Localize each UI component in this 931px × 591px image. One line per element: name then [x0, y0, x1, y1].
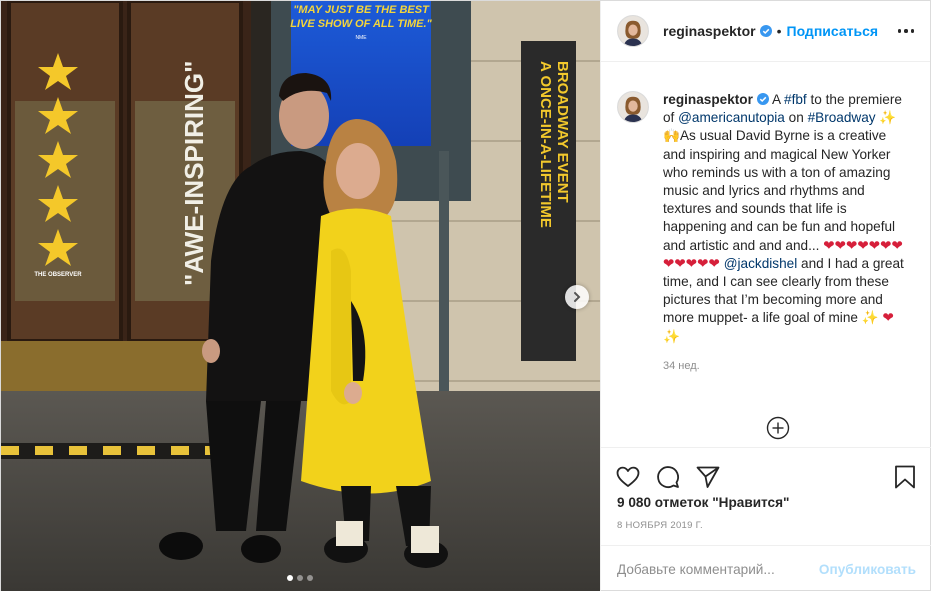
more-horizontal-icon	[897, 29, 901, 33]
verified-badge-icon	[756, 93, 769, 105]
carousel-dot-3	[307, 575, 313, 581]
star-source-label: THE OBSERVER	[34, 272, 82, 278]
instagram-post: THE OBSERVER "AWE-INSPIRING" "MAY JUST B…	[0, 0, 931, 591]
marquee-source: NME	[355, 35, 367, 41]
header-separator: •	[776, 23, 782, 39]
hashtag-fbf[interactable]: #fbf	[784, 92, 807, 107]
banner-right-line-2: BROADWAY EVENT	[554, 61, 571, 203]
hashtag-broadway[interactable]: #Broadway	[808, 110, 876, 125]
header-username[interactable]: reginaspektor	[663, 23, 756, 39]
awe-inspiring-banner: "AWE-INSPIRING"	[179, 61, 209, 286]
likes-count[interactable]: 9 080 отметок "Нравится"	[601, 495, 931, 510]
publish-button[interactable]: Опубликовать	[819, 562, 916, 577]
carousel-dot-1	[287, 575, 293, 581]
action-icons	[601, 448, 931, 498]
more-options-button[interactable]	[892, 23, 914, 39]
caption-timestamp[interactable]: 34 нед.	[663, 357, 908, 375]
comment-input[interactable]	[617, 561, 819, 577]
marquee-line-2: LIVE SHOW OF ALL TIME."	[290, 18, 432, 30]
carousel-indicator	[287, 575, 313, 581]
caption-text-c: on	[784, 110, 808, 126]
save-button[interactable]	[892, 464, 918, 490]
avatar-image	[618, 16, 648, 46]
next-photo-button[interactable]	[565, 285, 589, 309]
post-photo[interactable]: THE OBSERVER "AWE-INSPIRING" "MAY JUST B…	[1, 1, 600, 591]
caption-text: reginaspektor A #fbf to the premiere of …	[663, 91, 908, 346]
post-actions: 9 080 отметок "Нравится" 8 НОЯБРЯ 2019 Г…	[601, 447, 931, 531]
verified-badge-icon	[759, 25, 772, 37]
chevron-right-icon	[574, 292, 581, 302]
load-more-comments-icon[interactable]	[766, 416, 790, 440]
caption-text-a: A	[771, 92, 785, 107]
follow-button[interactable]: Подписаться	[787, 23, 879, 39]
share-button[interactable]	[695, 464, 721, 490]
mention-americanutopia[interactable]: @americanutopia	[678, 110, 785, 125]
banner-right-line-1: A ONCE-IN-A-LIFETIME	[537, 61, 554, 228]
caption-username[interactable]: reginaspektor	[663, 92, 753, 107]
comment-button[interactable]	[655, 464, 681, 490]
marquee-line-1: "MAY JUST BE THE BEST	[293, 4, 430, 16]
bookmark-icon	[895, 465, 915, 489]
avatar-image	[618, 92, 648, 122]
caption-avatar[interactable]	[617, 91, 649, 123]
comment-icon	[657, 466, 679, 488]
photo-scene: THE OBSERVER "AWE-INSPIRING" "MAY JUST B…	[1, 1, 600, 591]
comment-form: Опубликовать	[601, 545, 931, 591]
carousel-dot-2	[297, 575, 303, 581]
avatar[interactable]	[617, 15, 649, 47]
caption-text-d: As usual David Byrne is a creative and i…	[663, 128, 896, 253]
post-date[interactable]: 8 НОЯБРЯ 2019 Г.	[601, 520, 931, 531]
post-sidebar: reginaspektor • Подписаться reginaspekto…	[600, 1, 931, 591]
caption-emoji-2: ✨	[861, 310, 879, 326]
post-header: reginaspektor • Подписаться	[601, 1, 930, 62]
heart-icon	[616, 466, 640, 487]
like-button[interactable]	[615, 464, 641, 490]
mention-jackdishel[interactable]: @jackdishel	[724, 256, 798, 271]
send-icon	[696, 466, 720, 488]
